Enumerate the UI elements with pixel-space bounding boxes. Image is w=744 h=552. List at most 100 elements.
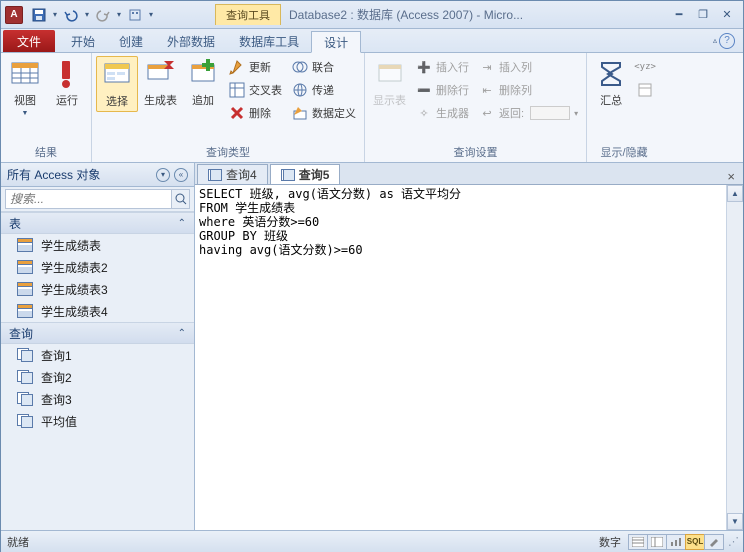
passthrough-label: 传递 xyxy=(312,82,334,98)
vertical-scrollbar[interactable]: ▲ ▼ xyxy=(726,185,743,530)
tab-file[interactable]: 文件 xyxy=(3,30,55,52)
nav-group-tables[interactable]: 表⌃ xyxy=(1,212,194,234)
passthrough-icon xyxy=(292,82,308,98)
make-table-button[interactable]: 生成表 xyxy=(140,56,181,110)
delete-button[interactable]: 删除 xyxy=(225,102,286,124)
nav-header[interactable]: 所有 Access 对象 ▾ « xyxy=(1,163,194,187)
status-bar: 就绪 数字 SQL ⋰ xyxy=(1,530,743,552)
nav-item-label: 平均值 xyxy=(41,413,77,430)
main-area: 查询4 查询5 × ▲ ▼ xyxy=(195,163,743,530)
passthrough-button[interactable]: 传递 xyxy=(288,79,360,101)
nav-collapse-icon[interactable]: « xyxy=(174,168,188,182)
save-dropdown-icon[interactable]: ▾ xyxy=(51,5,59,25)
close-tab-button[interactable]: × xyxy=(723,169,739,184)
show-table-button[interactable]: 显示表 xyxy=(369,56,410,110)
nav-query-item[interactable]: 查询2 xyxy=(1,366,194,388)
nav-item-label: 学生成绩表4 xyxy=(41,303,108,320)
view-sql-button[interactable]: SQL xyxy=(685,534,705,550)
update-icon xyxy=(229,59,245,75)
query-icon xyxy=(208,169,222,181)
return-button[interactable]: ↩返回:▾ xyxy=(475,102,582,124)
tab-database-tools[interactable]: 数据库工具 xyxy=(227,30,311,52)
ribbon-tabs: 文件 开始 创建 外部数据 数据库工具 设计 ▵ ? xyxy=(1,29,743,53)
insert-columns-button[interactable]: ⇥插入列 xyxy=(475,56,582,78)
qat-customize-icon[interactable]: ▾ xyxy=(147,5,155,25)
close-button[interactable]: ✕ xyxy=(719,7,735,23)
showtable-label: 显示表 xyxy=(373,92,406,108)
view-datasheet-button[interactable] xyxy=(628,534,648,550)
delete-rows-button[interactable]: ➖删除行 xyxy=(412,79,473,101)
crosstab-button[interactable]: 交叉表 xyxy=(225,79,286,101)
property-sheet-button[interactable] xyxy=(633,79,657,101)
resize-grip-icon[interactable]: ⋰ xyxy=(728,535,737,548)
delcol-label: 删除列 xyxy=(499,82,532,98)
nav-item-label: 学生成绩表3 xyxy=(41,281,108,298)
nav-query-item[interactable]: 平均值 xyxy=(1,410,194,432)
view-design-button[interactable] xyxy=(704,534,724,550)
doc-tab-query4[interactable]: 查询4 xyxy=(197,164,268,184)
nav-table-item[interactable]: 学生成绩表2 xyxy=(1,256,194,278)
save-icon[interactable] xyxy=(29,5,49,25)
redo-icon[interactable] xyxy=(93,5,113,25)
status-numlock: 数字 xyxy=(599,534,621,550)
append-button[interactable]: 追加 xyxy=(183,56,223,110)
nav-item-label: 查询1 xyxy=(41,347,72,364)
update-label: 更新 xyxy=(249,59,271,75)
sigma-icon xyxy=(595,58,627,90)
delrow-label: 删除行 xyxy=(436,82,469,98)
params-button[interactable]: <yz> xyxy=(633,56,657,78)
insert-rows-button[interactable]: ➕插入行 xyxy=(412,56,473,78)
nav-table-item[interactable]: 学生成绩表4 xyxy=(1,300,194,322)
view-pivotchart-button[interactable] xyxy=(666,534,686,550)
restore-button[interactable]: ❐ xyxy=(695,7,711,23)
view-pivot-button[interactable] xyxy=(647,534,667,550)
nav-table-item[interactable]: 学生成绩表3 xyxy=(1,278,194,300)
scroll-down-icon[interactable]: ▼ xyxy=(727,513,743,530)
query-icon xyxy=(17,348,33,362)
nav-item-label: 查询3 xyxy=(41,391,72,408)
group-showhide-label: 显示/隐藏 xyxy=(591,143,657,162)
data-definition-button[interactable]: 数据定义 xyxy=(288,102,360,124)
ribbon: 视图 ▼ 运行 结果 选择 生成表 追加 更新 xyxy=(1,53,743,163)
view-button[interactable]: 视图 ▼ xyxy=(5,56,45,119)
minimize-button[interactable]: ━ xyxy=(671,7,687,23)
union-label: 联合 xyxy=(312,59,334,75)
tab-home[interactable]: 开始 xyxy=(59,30,107,52)
ribbon-minimize-icon[interactable]: ▵ xyxy=(713,36,717,45)
nav-table-item[interactable]: 学生成绩表 xyxy=(1,234,194,256)
qat-extra-icon[interactable] xyxy=(125,5,145,25)
nav-group-queries[interactable]: 查询⌃ xyxy=(1,322,194,344)
nav-query-item[interactable]: 查询3 xyxy=(1,388,194,410)
tab-design[interactable]: 设计 xyxy=(311,31,361,53)
search-input[interactable] xyxy=(5,189,171,209)
sql-editor-area: ▲ ▼ xyxy=(195,185,743,530)
nav-item-label: 查询2 xyxy=(41,369,72,386)
scroll-up-icon[interactable]: ▲ xyxy=(727,185,743,202)
run-button[interactable]: 运行 xyxy=(47,56,87,110)
nav-filter-icon[interactable]: ▾ xyxy=(156,168,170,182)
undo-dropdown-icon[interactable]: ▾ xyxy=(83,5,91,25)
table-icon xyxy=(17,282,33,296)
document-tabs: 查询4 查询5 × xyxy=(195,163,743,185)
builder-button[interactable]: ✧生成器 xyxy=(412,102,473,124)
search-button[interactable] xyxy=(171,189,190,209)
content-area: 所有 Access 对象 ▾ « 表⌃ 学生成绩表学生成绩表2 学生成绩表3 学生成… xyxy=(1,163,743,530)
query-icon xyxy=(17,370,33,384)
doc-tab-query5[interactable]: 查询5 xyxy=(270,164,341,184)
help-icon[interactable]: ? xyxy=(719,33,735,49)
return-icon: ↩ xyxy=(479,105,495,121)
nav-search-row xyxy=(1,187,194,212)
union-button[interactable]: 联合 xyxy=(288,56,360,78)
select-query-button[interactable]: 选择 xyxy=(96,56,138,112)
nav-query-item[interactable]: 查询1 xyxy=(1,344,194,366)
redo-dropdown-icon[interactable]: ▾ xyxy=(115,5,123,25)
totals-button[interactable]: 汇总 xyxy=(591,56,631,110)
delete-columns-button[interactable]: ⇤删除列 xyxy=(475,79,582,101)
update-button[interactable]: 更新 xyxy=(225,56,286,78)
sql-editor[interactable] xyxy=(195,185,726,530)
tab-external-data[interactable]: 外部数据 xyxy=(155,30,227,52)
undo-icon[interactable] xyxy=(61,5,81,25)
delete-label: 删除 xyxy=(249,105,271,121)
select-icon xyxy=(101,59,133,91)
tab-create[interactable]: 创建 xyxy=(107,30,155,52)
